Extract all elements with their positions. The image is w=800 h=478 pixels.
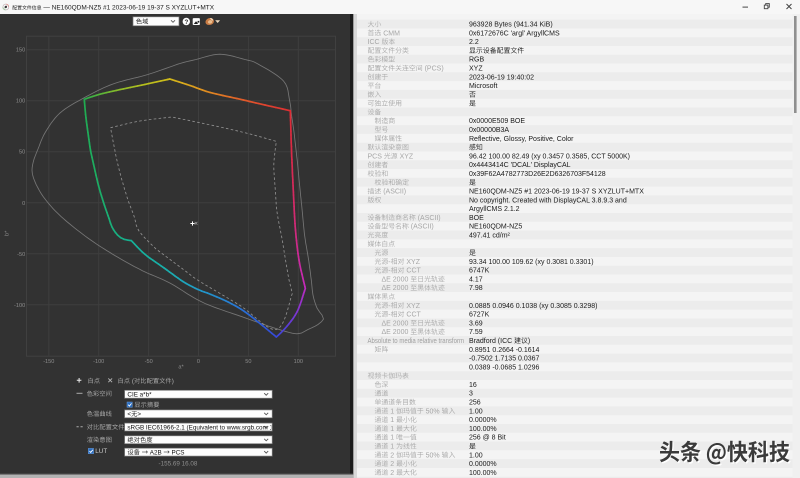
svg-text:ΔE 2000: ΔE 2000 — [382, 320, 409, 327]
svg-text:CCT: CCT — [406, 268, 421, 275]
svg-text:ICC: ICC — [368, 39, 380, 46]
svg-text:1.00: 1.00 — [469, 408, 483, 415]
svg-text:3.69: 3.69 — [469, 320, 483, 327]
svg-text:b*: b* — [5, 230, 11, 236]
svg-text:): ) — [528, 338, 530, 345]
svg-text:?: ? — [185, 19, 189, 26]
svg-text:XYZ: XYZ — [406, 259, 420, 266]
svg-text:ΔE 2000: ΔE 2000 — [382, 277, 409, 284]
svg-text:4.17: 4.17 — [469, 277, 483, 284]
svg-text:-155.69 16.08: -155.69 16.08 — [159, 461, 198, 468]
svg-text:<: < — [127, 411, 131, 418]
svg-text:ArgyllCMS 2.1.2: ArgyllCMS 2.1.2 — [469, 206, 520, 213]
svg-text:0.0000%: 0.0000% — [469, 417, 497, 424]
svg-text:CCT: CCT — [406, 312, 421, 319]
svg-text:XYZ: XYZ — [406, 303, 420, 310]
svg-text:1: 1 — [390, 426, 394, 433]
svg-text:CMM: CMM — [383, 30, 400, 37]
svg-text:0x6172676C 'argl' ArgyllCMS: 0x6172676C 'argl' ArgyllCMS — [469, 30, 560, 37]
svg-text:(PCS): (PCS) — [425, 66, 444, 73]
svg-text:100.00%: 100.00% — [469, 470, 497, 477]
svg-text:— NE160QDM-NZ5 #1 2023-06-19 1: — NE160QDM-NZ5 #1 2023-06-19 19-37 S XYZ… — [43, 4, 214, 11]
svg-text:1.00: 1.00 — [469, 452, 483, 459]
svg-text:7.59: 7.59 — [469, 329, 483, 336]
svg-text:150: 150 — [16, 48, 25, 54]
svg-text:50: 50 — [19, 150, 25, 156]
svg-text:3: 3 — [469, 391, 473, 398]
svg-text:100: 100 — [16, 99, 25, 105]
svg-text:XYZ: XYZ — [469, 66, 483, 73]
svg-text:6747K: 6747K — [469, 268, 490, 275]
svg-text:BOE: BOE — [469, 215, 484, 222]
svg-text:497.41 cd/m²: 497.41 cd/m² — [469, 233, 511, 240]
svg-text:-150: -150 — [43, 359, 54, 365]
svg-text:2.2: 2.2 — [469, 39, 479, 46]
svg-text:Microsoft: Microsoft — [469, 83, 497, 90]
svg-text:NE160QDM-NZ5: NE160QDM-NZ5 — [469, 224, 522, 231]
svg-text:0x0000E509 BOE: 0x0000E509 BOE — [469, 118, 525, 125]
svg-text:256 @ 8 Bit: 256 @ 8 Bit — [469, 435, 506, 442]
svg-text:-50: -50 — [145, 359, 153, 365]
svg-text:>: > — [137, 411, 141, 418]
svg-text:1: 1 — [390, 444, 394, 451]
svg-text:Absolute to media relative tra: Absolute to media relative transform — [368, 338, 465, 345]
svg-text:0x00000B3A: 0x00000B3A — [469, 127, 509, 134]
svg-text:-100: -100 — [14, 303, 25, 309]
svg-text:1: 1 — [390, 417, 394, 424]
svg-text:CIE a*b*: CIE a*b* — [127, 392, 152, 399]
svg-text:-50: -50 — [17, 252, 25, 258]
svg-text:963928 Bytes (941.34 KiB): 963928 Bytes (941.34 KiB) — [469, 22, 553, 29]
svg-text:256: 256 — [469, 400, 481, 407]
svg-text:PCS: PCS — [172, 449, 185, 456]
svg-text:0x39F62A4782773D26E2D6326703F5: 0x39F62A4782773D26E2D6326703F54128 — [469, 171, 606, 178]
svg-text:a*: a* — [178, 365, 184, 371]
svg-text:1: 1 — [390, 408, 394, 415]
svg-text:(ASCII): (ASCII) — [411, 224, 434, 231]
svg-text:XYZ: XYZ — [400, 153, 414, 160]
svg-text:93.34 100.00 109.62 (xy 0.3081: 93.34 100.00 109.62 (xy 0.3081 0.3301) — [469, 259, 594, 266]
svg-text:ΔE 2000: ΔE 2000 — [382, 329, 409, 336]
svg-text:(ASCII): (ASCII) — [383, 189, 406, 196]
svg-text:Bradford (ICC: Bradford (ICC — [469, 338, 512, 345]
svg-text:Reflective, Glossy, Positive,: Reflective, Glossy, Positive, Color — [469, 136, 574, 143]
svg-text:0.0000%: 0.0000% — [469, 461, 497, 468]
svg-text:16: 16 — [469, 382, 477, 389]
svg-text:A2B: A2B — [150, 449, 162, 456]
svg-text:ΔE 2000: ΔE 2000 — [382, 285, 409, 292]
svg-text:50%: 50% — [426, 452, 440, 459]
svg-text:): ) — [172, 378, 174, 385]
svg-text:RGB: RGB — [469, 57, 485, 64]
svg-text:2023-06-19 19:40:02: 2023-06-19 19:40:02 — [469, 74, 534, 81]
svg-text:6727K: 6727K — [469, 312, 490, 319]
svg-text:1: 1 — [390, 435, 394, 442]
svg-text:2: 2 — [390, 461, 394, 468]
svg-text:2: 2 — [390, 470, 394, 477]
svg-text:50: 50 — [245, 359, 251, 365]
svg-text:0: 0 — [197, 359, 200, 365]
svg-text:96.42 100.00 82.49 (xy 0.3457: 96.42 100.00 82.49 (xy 0.3457 0.3585, CC… — [469, 153, 630, 160]
svg-text:0.0885 0.0946 0.1038 (xy 0.308: 0.0885 0.0946 0.1038 (xy 0.3085 0.3298) — [469, 303, 597, 310]
svg-text:-100: -100 — [93, 359, 104, 365]
svg-text:0x4443414C 'DCAL' DisplayCAL: 0x4443414C 'DCAL' DisplayCAL — [469, 162, 571, 169]
svg-text:sRGB IEC61966-2.1 (Equivalent: sRGB IEC61966-2.1 (Equivalent to www.srg… — [127, 424, 277, 431]
svg-text:7.98: 7.98 — [469, 285, 483, 292]
svg-text:No copyright. Created with Dis: No copyright. Created with DisplayCAL 3.… — [469, 197, 627, 204]
svg-text:NE160QDM-NZ5 #1 2023-06-19 19-: NE160QDM-NZ5 #1 2023-06-19 19-37 S XYZLU… — [469, 189, 644, 196]
svg-text:0: 0 — [22, 201, 25, 207]
svg-text:2: 2 — [390, 452, 394, 459]
svg-text:-0.7502 1.7135 0.0367: -0.7502 1.7135 0.0367 — [469, 356, 540, 363]
svg-text:100.00%: 100.00% — [469, 426, 497, 433]
svg-text:0.8951 0.2664 -0.1614: 0.8951 0.2664 -0.1614 — [469, 347, 540, 354]
svg-text:0.0389 -0.0685 1.0296: 0.0389 -0.0685 1.0296 — [469, 364, 540, 371]
svg-text:PCS: PCS — [368, 153, 383, 160]
svg-text:(ASCII): (ASCII) — [418, 215, 441, 222]
svg-text:50%: 50% — [426, 408, 440, 415]
svg-text:LUT: LUT — [95, 448, 107, 455]
svg-text:100: 100 — [294, 359, 303, 365]
